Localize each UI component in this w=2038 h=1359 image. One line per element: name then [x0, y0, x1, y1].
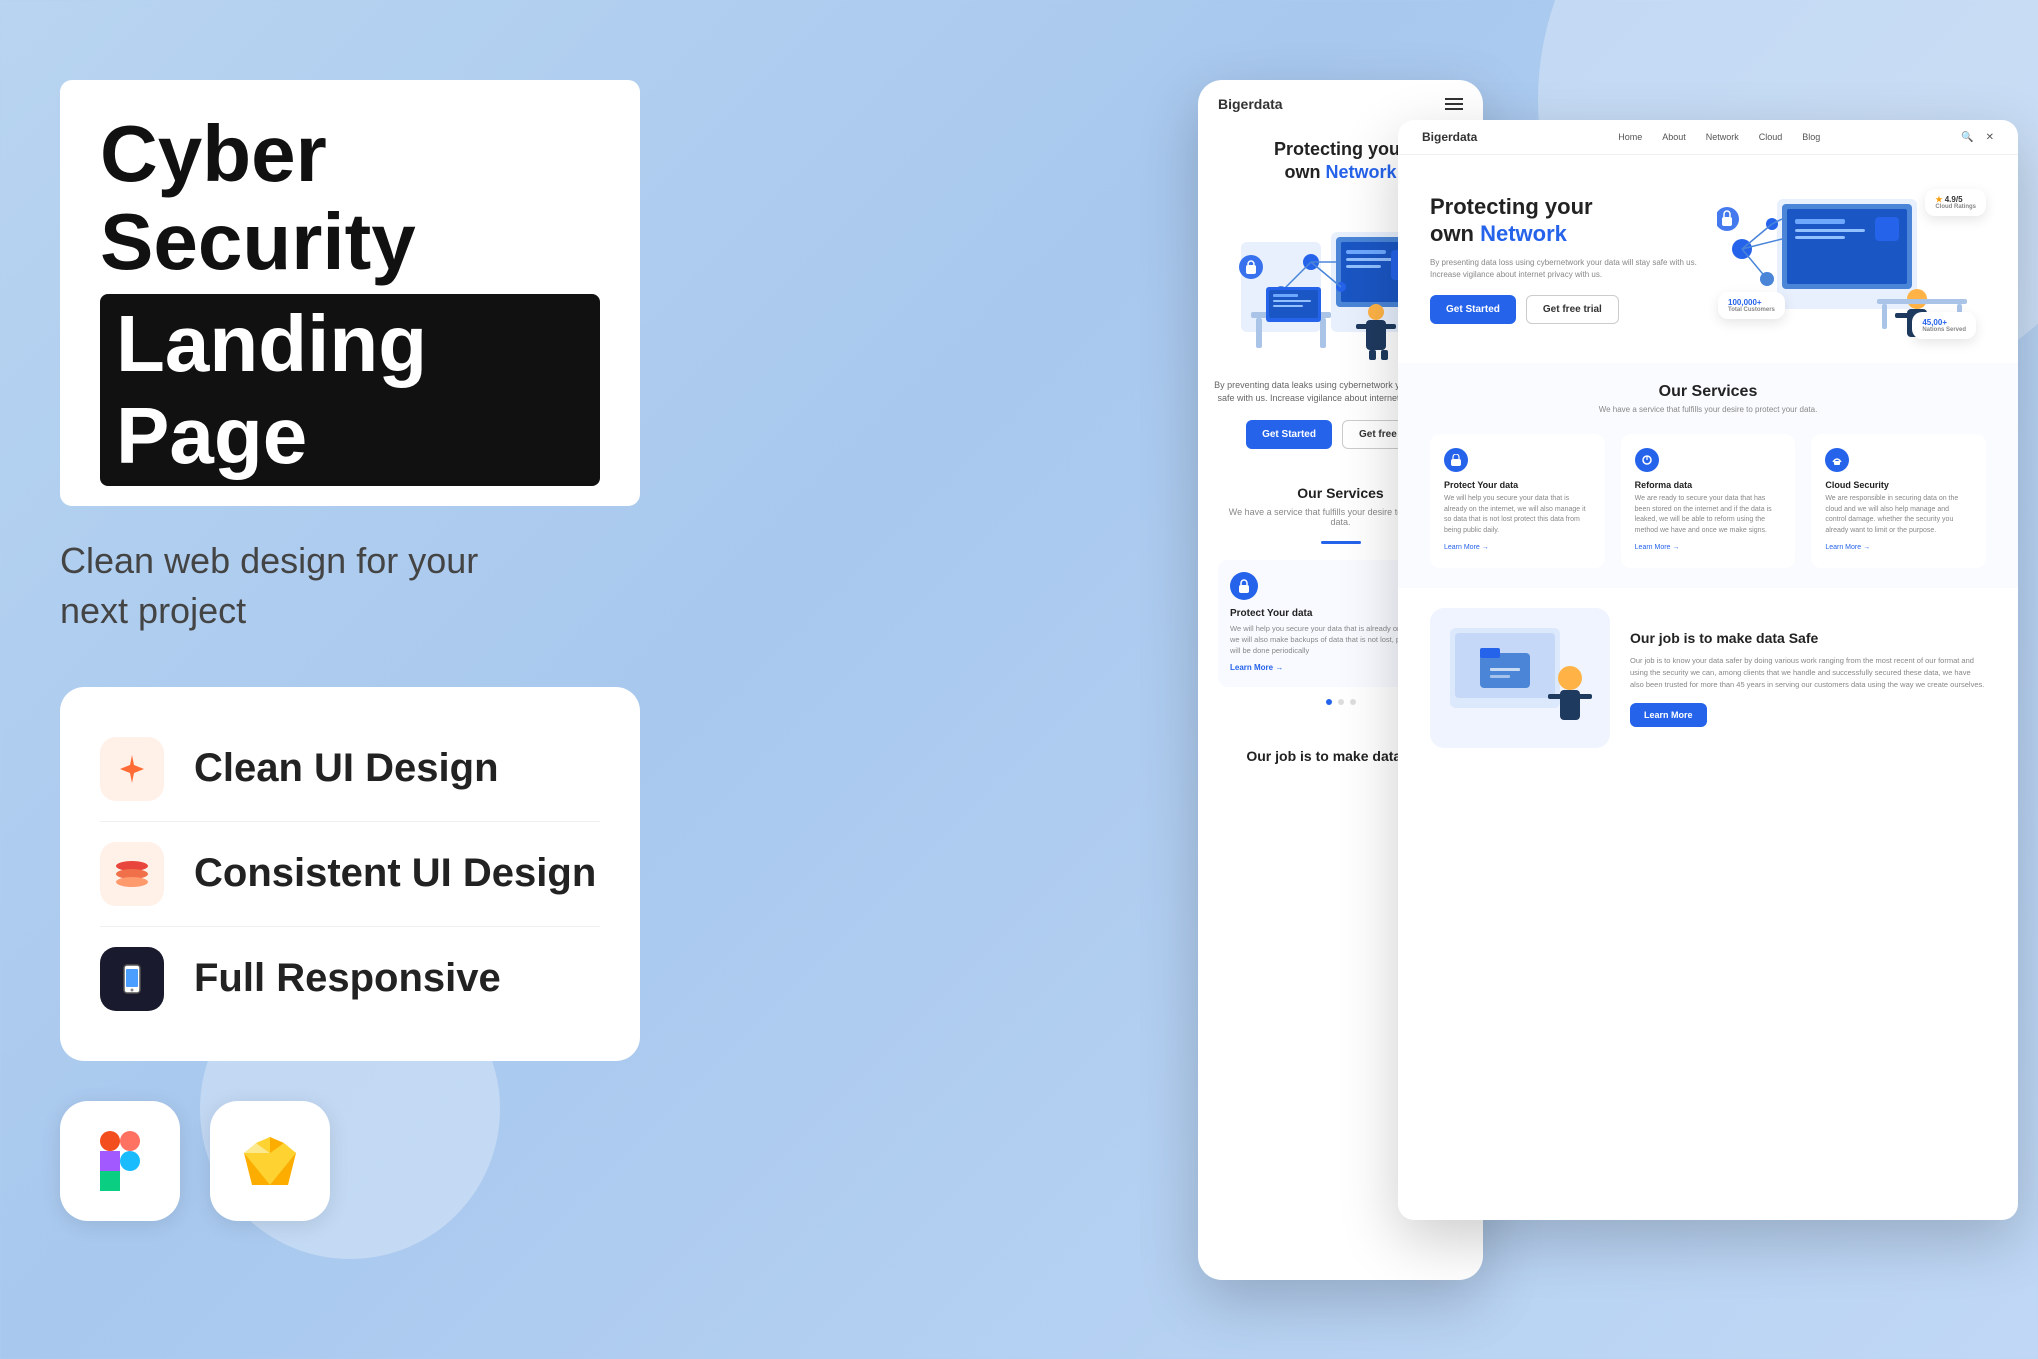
service-desc-1: We will help you secure your data that i…	[1444, 494, 1591, 536]
desktop-learn-more-btn[interactable]: Learn More	[1630, 703, 1707, 727]
desktop-service-grid: Protect Your data We will help you secur…	[1430, 434, 1986, 568]
service-title-2: Reforma data	[1635, 480, 1782, 490]
service-learn-2[interactable]: Learn More →	[1635, 544, 1680, 551]
desktop-nav-links: Home About Network Cloud Blog	[1618, 132, 1820, 142]
feature-responsive: Full Responsive	[100, 927, 600, 1031]
desktop-hero-desc: By presenting data loss using cybernetwo…	[1430, 257, 1708, 281]
service-desc-3: We are responsible in securing data on t…	[1825, 494, 1972, 536]
nav-home: Home	[1618, 132, 1642, 142]
desktop-safe-image	[1430, 608, 1610, 748]
title-block: Cyber Security Landing Page	[60, 80, 640, 506]
service-card-icon	[1230, 572, 1258, 600]
desktop-hero-buttons: Get Started Get free trial	[1430, 295, 1708, 324]
mobile-brand: Bigerdata	[1218, 96, 1283, 112]
desktop-safe-title: Our job is to make data Safe	[1630, 629, 1986, 647]
nav-about: About	[1662, 132, 1686, 142]
mobile-get-started-btn[interactable]: Get Started	[1246, 420, 1332, 449]
desktop-free-trial-btn[interactable]: Get free trial	[1526, 295, 1619, 324]
feature-consistent-ui: Consistent UI Design	[100, 822, 600, 927]
hamburger-menu	[1445, 98, 1463, 110]
nav-network: Network	[1706, 132, 1739, 142]
desktop-service-card-1: Protect Your data We will help you secur…	[1430, 434, 1605, 568]
desktop-service-card-3: Cloud Security We are responsible in sec…	[1811, 434, 1986, 568]
desktop-mockup: Bigerdata Home About Network Cloud Blog …	[1398, 120, 2018, 1220]
service-learn-1[interactable]: Learn More →	[1444, 544, 1489, 551]
desktop-hero-image: ★ 4.9/5 Cloud Ratings 100,000+ Total Cus…	[1708, 179, 1986, 339]
sketch-tool-icon	[210, 1101, 330, 1221]
consistent-ui-label: Consistent UI Design	[194, 851, 596, 896]
services-divider	[1321, 541, 1361, 544]
dot-3	[1350, 699, 1356, 705]
nav-cloud: Cloud	[1759, 132, 1783, 142]
responsive-label: Full Responsive	[194, 956, 501, 1001]
service-learn-3[interactable]: Learn More →	[1825, 544, 1870, 551]
subtitle: Clean web design for yournext project	[60, 536, 640, 637]
desktop-service-card-2: Reforma data We are ready to secure your…	[1621, 434, 1796, 568]
nav-blog: Blog	[1802, 132, 1820, 142]
desktop-brand: Bigerdata	[1422, 130, 1477, 144]
desktop-nav-icons: 🔍 ✕	[1961, 132, 1994, 143]
stats-badge-customers: 100,000+ Total Customers	[1718, 292, 1785, 319]
dot-1	[1326, 699, 1332, 705]
desktop-services-title: Our Services	[1430, 383, 1986, 401]
desktop-get-started-btn[interactable]: Get Started	[1430, 295, 1516, 324]
right-panel: Bigerdata Protecting your own Network	[1198, 60, 2018, 1300]
service-icon-1	[1444, 448, 1468, 472]
desktop-safe-text: Our job is to make data Safe Our job is …	[1630, 629, 1986, 727]
service-desc-2: We are ready to secure your data that ha…	[1635, 494, 1782, 536]
desktop-nav: Bigerdata Home About Network Cloud Blog …	[1398, 120, 2018, 155]
service-title-1: Protect Your data	[1444, 480, 1591, 490]
desktop-services: Our Services We have a service that fulf…	[1398, 363, 2018, 588]
dot-2	[1338, 699, 1344, 705]
left-panel: Cyber Security Landing Page Clean web de…	[60, 80, 640, 1221]
clean-ui-icon	[100, 737, 164, 801]
figma-tool-icon	[60, 1101, 180, 1221]
tool-icons	[60, 1101, 640, 1221]
title-line2: Landing Page	[100, 294, 600, 486]
desktop-safe-desc: Our job is to know your data safer by do…	[1630, 655, 1986, 691]
feature-clean-ui: Clean UI Design	[100, 717, 600, 822]
service-icon-3	[1825, 448, 1849, 472]
desktop-hero-title: Protecting your own Network	[1430, 194, 1708, 247]
service-icon-2	[1635, 448, 1659, 472]
desktop-hero: Protecting your own Network By presentin…	[1398, 155, 2018, 363]
desktop-hero-text: Protecting your own Network By presentin…	[1430, 194, 1708, 324]
responsive-icon	[100, 947, 164, 1011]
service-title-3: Cloud Security	[1825, 480, 1972, 490]
mobile-learn-more[interactable]: Learn More →	[1230, 663, 1283, 672]
clean-ui-label: Clean UI Design	[194, 746, 499, 791]
desktop-safe-section: Our job is to make data Safe Our job is …	[1398, 588, 2018, 768]
features-card: Clean UI Design Consistent UI Design	[60, 687, 640, 1061]
stats-badge-nations: 45,00+ Nations Served	[1912, 312, 1976, 339]
search-icon[interactable]: 🔍	[1961, 132, 1973, 143]
stats-badge-rating: ★ 4.9/5 Cloud Ratings	[1925, 189, 1986, 216]
title-line1: Cyber Security	[100, 110, 600, 286]
close-icon[interactable]: ✕	[1986, 132, 1994, 143]
consistent-ui-icon	[100, 842, 164, 906]
desktop-services-subtitle: We have a service that fulfills your des…	[1430, 405, 1986, 414]
